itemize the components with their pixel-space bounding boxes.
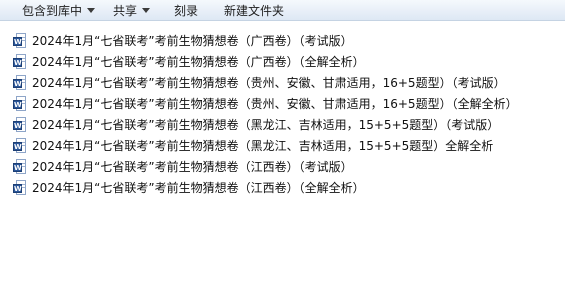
new-folder-button[interactable]: 新建文件夹 [218, 0, 290, 20]
file-item[interactable]: W 2024年1月“七省联考”考前生物猜想卷（贵州、安徽、甘肃适用，16+5题型… [13, 93, 518, 114]
file-item[interactable]: W 2024年1月“七省联考”考前生物猜想卷（黑龙江、吉林适用，15+5+5题型… [13, 135, 518, 156]
file-name: 2024年1月“七省联考”考前生物猜想卷（贵州、安徽、甘肃适用，16+5题型）（… [32, 97, 518, 111]
word-document-icon: W [13, 137, 27, 154]
file-name: 2024年1月“七省联考”考前生物猜想卷（江西卷）（全解全析） [32, 181, 365, 195]
file-name: 2024年1月“七省联考”考前生物猜想卷（黑龙江、吉林适用，15+5+5题型）（… [32, 118, 500, 132]
file-name: 2024年1月“七省联考”考前生物猜想卷（黑龙江、吉林适用，15+5+5题型）全… [32, 139, 494, 153]
file-item[interactable]: W 2024年1月“七省联考”考前生物猜想卷（广西卷）（全解全析） [13, 51, 518, 72]
share-button[interactable]: 共享 [107, 0, 156, 20]
file-name: 2024年1月“七省联考”考前生物猜想卷（广西卷）（考试版） [32, 34, 353, 48]
chevron-down-icon [142, 8, 151, 13]
file-item[interactable]: W 2024年1月“七省联考”考前生物猜想卷（广西卷）（考试版） [13, 30, 518, 51]
burn-label: 刻录 [174, 3, 199, 18]
command-bar: 包含到库中 共享 刻录 新建文件夹 [0, 0, 565, 21]
word-document-icon: W [13, 95, 27, 112]
burn-button[interactable]: 刻录 [168, 0, 204, 20]
word-document-icon: W [13, 116, 27, 133]
word-document-icon: W [13, 32, 27, 49]
word-document-icon: W [13, 74, 27, 91]
word-document-icon: W [13, 179, 27, 196]
new-folder-label: 新建文件夹 [224, 3, 285, 18]
share-label: 共享 [113, 3, 138, 18]
explorer-window: 包含到库中 共享 刻录 新建文件夹 W 2024年1月“七省联考”考前生物猜想卷… [0, 0, 565, 284]
file-name: 2024年1月“七省联考”考前生物猜想卷（江西卷）（考试版） [32, 160, 353, 174]
file-name: 2024年1月“七省联考”考前生物猜想卷（广西卷）（全解全析） [32, 55, 365, 69]
word-document-icon: W [13, 53, 27, 70]
file-item[interactable]: W 2024年1月“七省联考”考前生物猜想卷（江西卷）（考试版） [13, 156, 518, 177]
include-in-library-button[interactable]: 包含到库中 [16, 0, 101, 20]
include-in-library-label: 包含到库中 [22, 3, 83, 18]
chevron-down-icon [87, 8, 96, 13]
file-item[interactable]: W 2024年1月“七省联考”考前生物猜想卷（黑龙江、吉林适用，15+5+5题型… [13, 114, 518, 135]
file-name: 2024年1月“七省联考”考前生物猜想卷（贵州、安徽、甘肃适用，16+5题型）（… [32, 76, 506, 90]
word-document-icon: W [13, 158, 27, 175]
file-item[interactable]: W 2024年1月“七省联考”考前生物猜想卷（江西卷）（全解全析） [13, 177, 518, 198]
file-item[interactable]: W 2024年1月“七省联考”考前生物猜想卷（贵州、安徽、甘肃适用，16+5题型… [13, 72, 518, 93]
file-list: W 2024年1月“七省联考”考前生物猜想卷（广西卷）（考试版） W 2024年… [13, 30, 518, 198]
